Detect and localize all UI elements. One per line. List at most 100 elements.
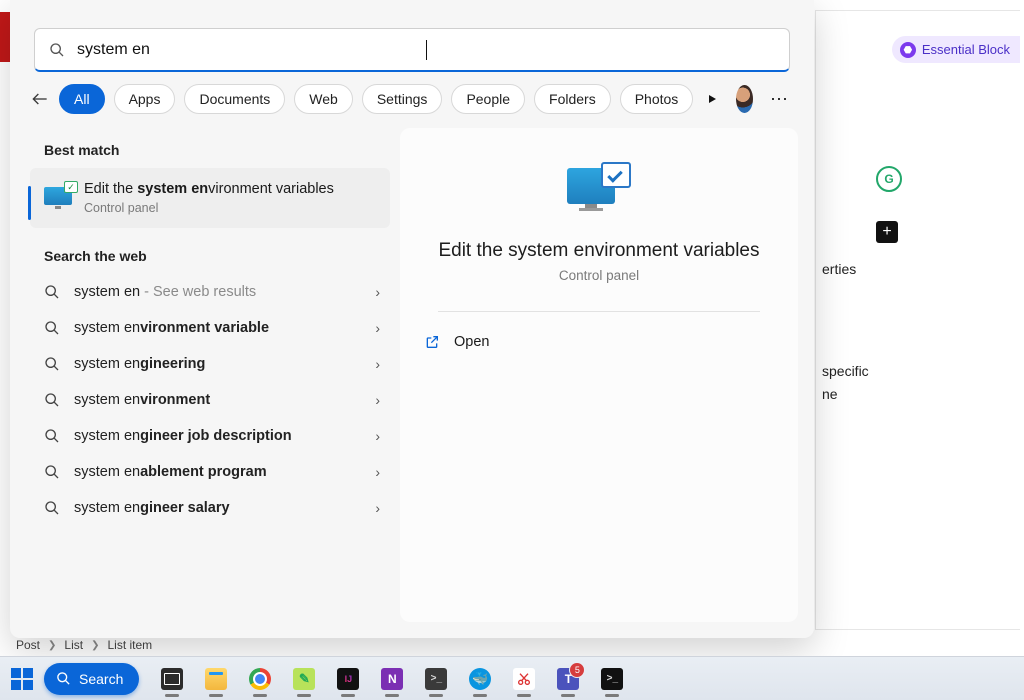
search-icon [44, 428, 60, 444]
back-button[interactable] [30, 85, 50, 113]
desktop-backdrop: ⬣ Essential Block G + erties specific ne… [0, 0, 1024, 700]
tab-apps[interactable]: Apps [114, 84, 176, 114]
search-row: system en [10, 0, 814, 84]
web-result-text: system engineer salary [74, 500, 375, 516]
results-left-column: Best match ✓ Edit the system environment… [18, 128, 390, 622]
web-result-item[interactable]: system enablement program› [30, 454, 390, 490]
tab-settings[interactable]: Settings [362, 84, 443, 114]
detail-title: Edit the system environment variables [438, 240, 759, 262]
open-action[interactable]: Open [420, 326, 786, 358]
background-app-panel: ⬣ Essential Block G + erties specific ne [815, 10, 1020, 630]
search-input-value[interactable]: system en [77, 41, 426, 59]
web-result-item[interactable]: system engineer salary› [30, 490, 390, 526]
search-icon [56, 671, 71, 686]
web-result-text: system enablement program [74, 464, 375, 480]
filter-tab-row: All Apps Documents Web Settings People F… [10, 84, 814, 128]
detail-subtitle: Control panel [559, 268, 639, 283]
tab-web[interactable]: Web [294, 84, 353, 114]
chevron-right-icon: › [375, 284, 380, 300]
bm-suffix: vironment variables [208, 181, 334, 197]
tab-folders[interactable]: Folders [534, 84, 611, 114]
chevron-right-icon: › [375, 428, 380, 444]
search-icon [44, 464, 60, 480]
essential-block-label: Essential Block [922, 42, 1010, 57]
user-avatar[interactable] [736, 85, 753, 113]
search-icon [44, 356, 60, 372]
bm-bold: system en [137, 181, 208, 197]
tab-documents[interactable]: Documents [184, 84, 285, 114]
taskbar: Search ✎ IJ N >_ 🐳 T5 >_ [0, 656, 1024, 700]
bg-sliver [0, 12, 10, 62]
web-result-text: system environment variable [74, 320, 375, 336]
web-results-list: system en - See web results›system envir… [30, 274, 390, 526]
breadcrumb: Post ❯ List ❯ List item [16, 638, 152, 652]
bg-text-erties: erties [822, 261, 856, 277]
docker-icon[interactable]: 🐳 [465, 664, 495, 694]
tab-all[interactable]: All [59, 84, 105, 114]
bm-prefix: Edit the [84, 181, 137, 197]
chevron-right-icon: › [375, 392, 380, 408]
chevron-right-icon: › [375, 320, 380, 336]
start-button[interactable] [6, 663, 38, 695]
essential-block-pill[interactable]: ⬣ Essential Block [892, 36, 1020, 63]
onenote-icon[interactable]: N [377, 664, 407, 694]
terminal-icon[interactable]: >_ [421, 664, 451, 694]
chrome-icon[interactable] [245, 664, 275, 694]
web-result-item[interactable]: system environment variable› [30, 310, 390, 346]
snip-icon[interactable] [509, 664, 539, 694]
chevron-right-icon: ❯ [48, 640, 56, 651]
notepadpp-icon[interactable]: ✎ [289, 664, 319, 694]
bg-text-ne: ne [822, 386, 838, 402]
grammarly-icon[interactable]: G [876, 166, 902, 192]
text-caret [426, 40, 427, 60]
web-result-text: system engineer job description [74, 428, 375, 444]
more-options-button[interactable]: ⋯ [770, 85, 790, 113]
best-match-header: Best match [30, 128, 390, 168]
tabs-more-icon[interactable] [706, 89, 718, 109]
web-result-text: system en - See web results [74, 284, 375, 300]
web-result-item[interactable]: system en - See web results› [30, 274, 390, 310]
best-match-text: Edit the system environment variables Co… [84, 180, 334, 216]
search-icon [44, 284, 60, 300]
breadcrumb-item[interactable]: List item [107, 638, 152, 652]
bg-text-specific: specific [822, 363, 869, 379]
taskbar-apps: ✎ IJ N >_ 🐳 T5 >_ [157, 664, 627, 694]
essential-block-icon: ⬣ [900, 42, 916, 58]
tab-people[interactable]: People [451, 84, 525, 114]
search-icon [44, 392, 60, 408]
web-result-item[interactable]: system engineering› [30, 346, 390, 382]
add-block-button[interactable]: + [876, 221, 898, 243]
windows-logo-icon [11, 668, 33, 690]
best-match-result[interactable]: ✓ Edit the system environment variables … [30, 168, 390, 228]
search-icon [44, 500, 60, 516]
taskbar-search-label: Search [79, 671, 123, 687]
taskbar-search-button[interactable]: Search [44, 663, 139, 695]
teams-icon[interactable]: T5 [553, 664, 583, 694]
task-view-icon[interactable] [157, 664, 187, 694]
breadcrumb-item[interactable]: List [64, 638, 83, 652]
web-result-text: system engineering [74, 356, 375, 372]
tab-photos[interactable]: Photos [620, 84, 694, 114]
file-explorer-icon[interactable] [201, 664, 231, 694]
results-area: Best match ✓ Edit the system environment… [10, 128, 814, 638]
web-result-item[interactable]: system engineer job description› [30, 418, 390, 454]
divider [438, 311, 760, 312]
monitor-check-icon: ✓ [44, 187, 72, 209]
breadcrumb-item[interactable]: Post [16, 638, 40, 652]
intellij-icon[interactable]: IJ [333, 664, 363, 694]
best-match-subtitle: Control panel [84, 200, 334, 217]
search-box[interactable]: system en [34, 28, 790, 72]
windows-search-flyout: system en All Apps Documents Web Setting… [10, 0, 814, 638]
monitor-check-icon-large [567, 162, 631, 214]
web-result-item[interactable]: system environment› [30, 382, 390, 418]
chevron-right-icon: › [375, 500, 380, 516]
search-icon [49, 42, 65, 58]
result-detail-panel: Edit the system environment variables Co… [400, 128, 798, 622]
notification-badge: 5 [569, 662, 585, 678]
chevron-right-icon: › [375, 464, 380, 480]
chevron-right-icon: › [375, 356, 380, 372]
cmd-icon[interactable]: >_ [597, 664, 627, 694]
search-icon [44, 320, 60, 336]
open-label: Open [454, 334, 489, 350]
search-web-header: Search the web [30, 234, 390, 274]
